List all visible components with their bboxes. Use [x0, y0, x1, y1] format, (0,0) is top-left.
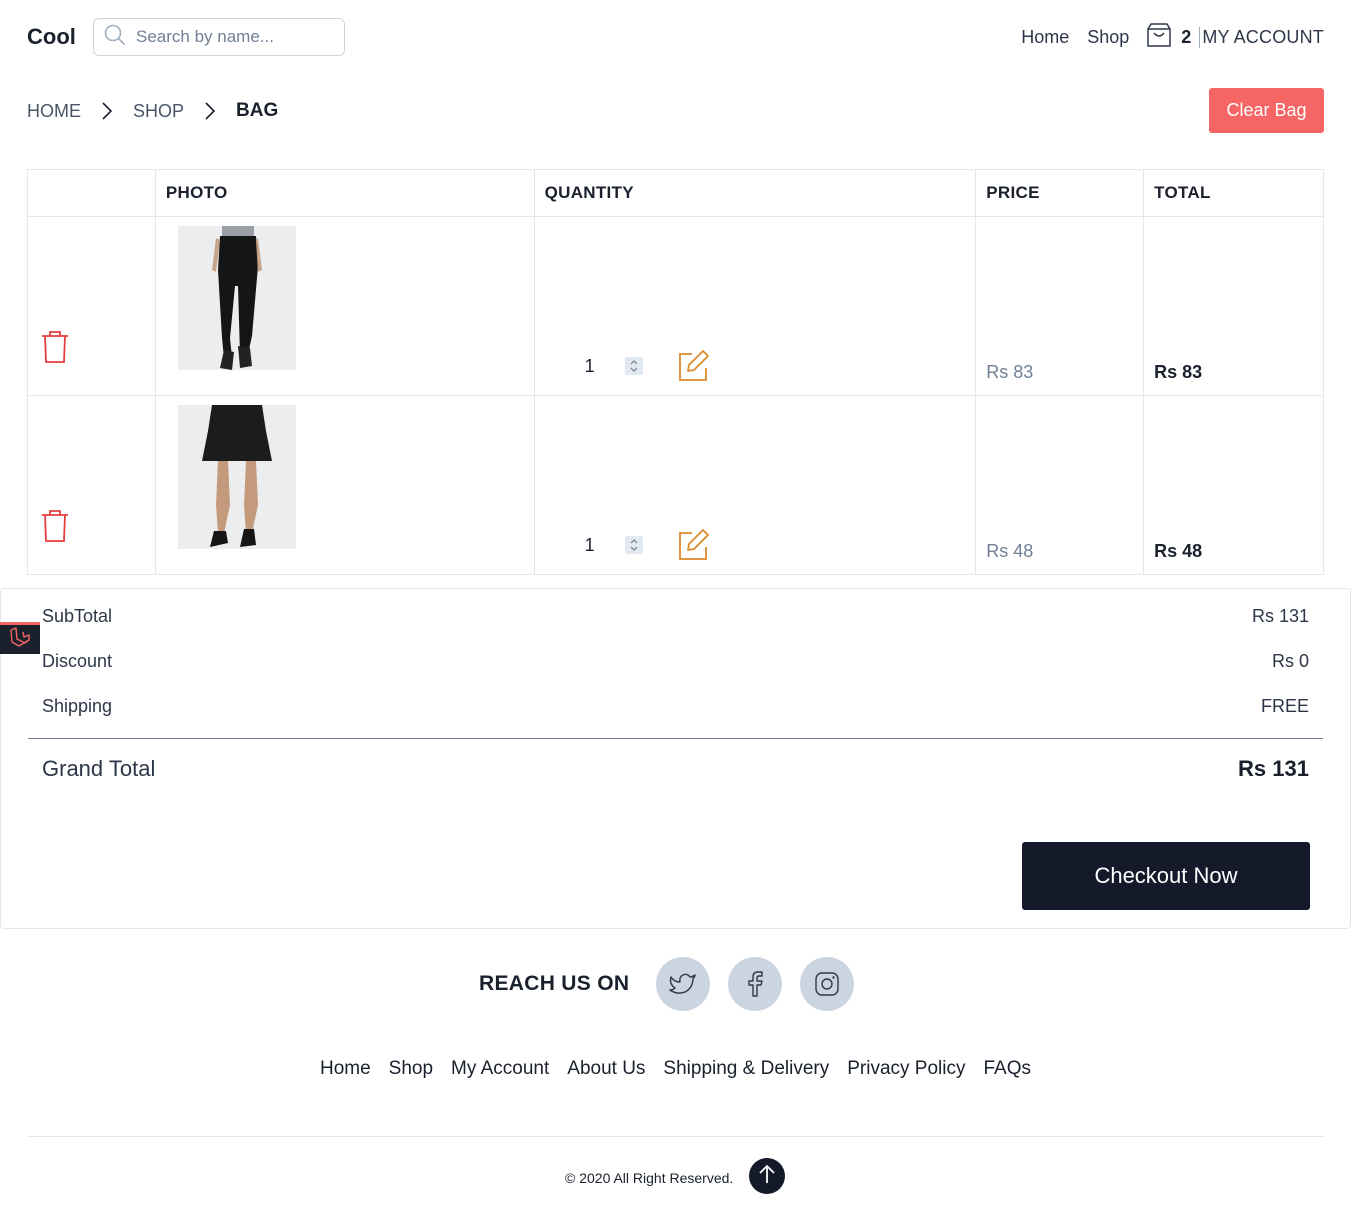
delete-cell	[27, 395, 156, 575]
column-header-photo: PHOTO	[154, 169, 535, 217]
my-account-link[interactable]: MY ACCOUNT	[1199, 26, 1324, 48]
footer-link-shipping-delivery[interactable]: Shipping & Delivery	[663, 1058, 829, 1080]
arrow-up-icon	[758, 1164, 776, 1189]
shipping-label: Shipping	[42, 696, 113, 716]
grand-total-row: Grand Total Rs 131	[42, 756, 1309, 782]
facebook-icon[interactable]	[728, 957, 783, 1011]
top-nav: Home Shop 2 MY ACCOUNT	[1021, 22, 1324, 53]
shipping-value: FREE	[1260, 696, 1309, 716]
quantity-value[interactable]: 1	[585, 356, 625, 377]
discount-row: Discount Rs 0	[42, 651, 1309, 672]
table-row: 1 Rs 48 Rs 48	[27, 395, 1324, 575]
shopping-bag-icon	[1147, 22, 1172, 53]
breadcrumb-shop[interactable]: SHOP	[133, 101, 184, 122]
subtotal-value: Rs 131	[1251, 606, 1309, 626]
chevron-right-icon	[101, 101, 113, 121]
cart-count: 2	[1181, 26, 1192, 47]
footer-divider	[27, 1136, 1324, 1137]
delete-cell	[27, 216, 156, 396]
quantity-cell: 1	[533, 216, 977, 396]
trash-icon[interactable]	[41, 510, 69, 547]
grand-total-label: Grand Total	[42, 756, 156, 781]
discount-label: Discount	[42, 651, 113, 671]
column-header-quantity: QUANTITY	[533, 169, 977, 217]
footer-link-my-account[interactable]: My Account	[451, 1058, 549, 1080]
nav-home-link[interactable]: Home	[1021, 27, 1069, 48]
checkout-button[interactable]: Checkout Now	[1022, 842, 1310, 910]
footer-link-faqs[interactable]: FAQs	[983, 1058, 1031, 1080]
nav-shop-link[interactable]: Shop	[1087, 27, 1129, 48]
search-icon	[104, 24, 126, 51]
header: Cool Home Shop 2 MY ACCOUNT	[27, 18, 1324, 56]
reach-us-label: REACH US ON	[479, 972, 630, 995]
quantity-cell: 1	[533, 395, 977, 575]
product-image-jeans[interactable]	[177, 226, 296, 370]
footer-link-shop[interactable]: Shop	[389, 1058, 433, 1080]
clear-bag-button[interactable]: Clear Bag	[1209, 88, 1324, 133]
brand-logo[interactable]: Cool	[27, 24, 93, 50]
cart-table: PHOTO QUANTITY PRICE TOTAL 1 Rs 83 Rs 83…	[27, 169, 1324, 575]
total-cell: Rs 48	[1143, 395, 1324, 575]
price-cell: Rs 83	[975, 216, 1145, 396]
breadcrumb: HOME SHOP BAG	[27, 96, 278, 126]
edit-icon[interactable]	[676, 349, 710, 383]
photo-cell	[154, 216, 535, 396]
footer-link-home[interactable]: Home	[320, 1058, 371, 1080]
footer-nav: Home Shop My Account About Us Shipping &…	[0, 1058, 1351, 1080]
quantity-value[interactable]: 1	[585, 535, 625, 556]
footer-link-about-us[interactable]: About Us	[567, 1058, 645, 1080]
order-summary: SubTotal Rs 131 Discount Rs 0 Shipping F…	[0, 588, 1351, 929]
column-header-total: TOTAL	[1143, 169, 1324, 217]
search-input[interactable]	[136, 27, 336, 47]
photo-cell	[154, 395, 535, 575]
column-header-price: PRICE	[975, 169, 1145, 217]
edit-icon[interactable]	[676, 528, 710, 562]
discount-value: Rs 0	[1271, 651, 1309, 671]
chevron-right-icon	[204, 101, 216, 121]
price-cell: Rs 48	[975, 395, 1145, 575]
grand-total-value: Rs 131	[1238, 756, 1309, 781]
laravel-logo-icon	[9, 627, 31, 652]
footer-link-privacy-policy[interactable]: Privacy Policy	[847, 1058, 965, 1080]
column-header-actions	[27, 169, 156, 217]
table-row: 1 Rs 83 Rs 83	[27, 216, 1324, 396]
breadcrumb-current: BAG	[236, 100, 279, 121]
trash-icon[interactable]	[41, 331, 69, 368]
subtotal-row: SubTotal Rs 131	[42, 606, 1309, 627]
quantity-stepper[interactable]	[624, 536, 643, 554]
cart-button[interactable]: 2	[1147, 22, 1191, 53]
instagram-icon[interactable]	[800, 957, 855, 1011]
table-header-row: PHOTO QUANTITY PRICE TOTAL	[27, 169, 1324, 217]
quantity-stepper[interactable]	[624, 357, 643, 375]
subtotal-label: SubTotal	[42, 606, 113, 626]
shipping-row: Shipping FREE	[42, 696, 1309, 717]
copyright-text: © 2020 All Right Reserved.	[565, 1170, 734, 1186]
social-links: REACH US ON	[479, 957, 872, 1011]
product-image-skirt[interactable]	[177, 405, 296, 549]
scroll-to-top-button[interactable]	[749, 1158, 785, 1194]
summary-divider	[28, 738, 1323, 739]
twitter-icon[interactable]	[656, 957, 711, 1011]
search-box[interactable]	[93, 18, 345, 56]
debugbar-toggle[interactable]	[0, 622, 40, 654]
total-cell: Rs 83	[1143, 216, 1324, 396]
breadcrumb-home[interactable]: HOME	[27, 101, 81, 122]
